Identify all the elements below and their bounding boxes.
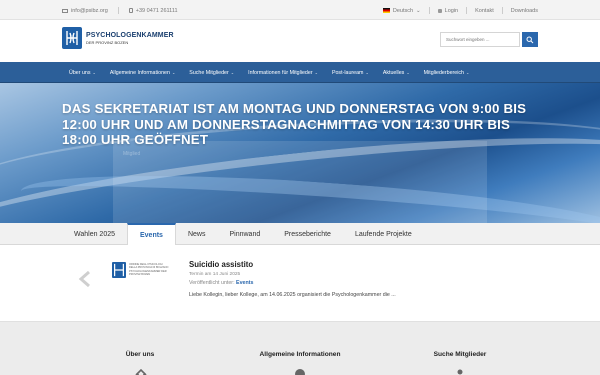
chevron-down-icon: ⌄ (230, 70, 235, 75)
footer-heading-ueber-uns[interactable]: Über uns (80, 351, 200, 358)
footer-heading-suche-mitglieder[interactable]: Suche Mitglieder (400, 351, 520, 358)
search-input[interactable] (440, 32, 520, 47)
site-header: PSYCHOLOGENKAMMER DER PROVINZ BOZEN (0, 20, 600, 62)
german-flag-icon (382, 8, 390, 13)
logo-subtitle: DER PROVINZ BOZEN (86, 39, 129, 45)
nav-label: Allgemeine Informationen (109, 69, 170, 76)
language-selector[interactable]: Deutsch ⌄ (382, 7, 421, 14)
home-icon (135, 366, 147, 375)
language-label: Deutsch (392, 7, 414, 14)
nav-item-ueber-uns[interactable]: Über uns ⌄ (62, 62, 103, 83)
tab-events[interactable]: Events (127, 223, 176, 246)
tab-presseberichte[interactable]: Presseberichte (272, 223, 343, 245)
divider (117, 7, 119, 14)
tab-news[interactable]: News (176, 223, 218, 245)
login-label: Login (444, 7, 459, 14)
news-tabs: Wahlen 2025 Events News Pinnwand Presseb… (0, 223, 600, 246)
lock-icon (437, 8, 442, 13)
hero-panel-heading: Mitglied (123, 151, 141, 157)
footer-links: Über uns Allgemeine Informationen Suche … (0, 321, 600, 375)
nav-item-mitgliederbereich[interactable]: Mitgliederbereich ⌄ (417, 62, 477, 83)
published-prefix: Veröffentlicht unter: (189, 280, 235, 286)
nav-item-informationen-fuer-mitglieder[interactable]: Informationen für Mitglieder ⌄ (241, 62, 325, 83)
site-logo[interactable]: PSYCHOLOGENKAMMER DER PROVINZ BOZEN (62, 27, 174, 49)
user-icon (455, 366, 465, 375)
tab-laufende-projekte[interactable]: Laufende Projekte (343, 223, 424, 245)
contact-link[interactable]: Kontakt (475, 8, 494, 14)
logo-title: PSYCHOLOGENKAMMER (86, 31, 174, 39)
event-published-under: Veröffentlicht unter: Events (189, 280, 253, 286)
nav-label: Post-lauream (331, 69, 364, 76)
event-title[interactable]: Suicidio assistito (189, 260, 253, 269)
chevron-down-icon: ⌄ (314, 70, 318, 75)
nav-item-post-lauream[interactable]: Post-lauream ⌄ (325, 62, 376, 83)
event-organizer-logo: ORDINE DEGLI PSICOLOGI DELLA PROVINCIA D… (112, 262, 172, 288)
divider (428, 7, 430, 14)
previous-arrow-icon[interactable] (78, 270, 94, 288)
login-link[interactable]: Login (437, 7, 459, 14)
chevron-down-icon: ⌄ (466, 70, 470, 75)
logo-mark-icon (62, 27, 82, 49)
nav-item-suche-mitglieder[interactable]: Suche Mitglieder ⌄ (182, 62, 241, 83)
footer-heading-allgemeine-informationen[interactable]: Allgemeine Informationen (240, 351, 360, 358)
nav-label: Informationen für Mitglieder (248, 69, 313, 76)
event-logo-text: ORDINE DEGLI PSICOLOGI DELLA PROVINCIA D… (129, 263, 169, 276)
nav-label: Aktuelles (382, 69, 405, 76)
main-navigation: Über uns ⌄ Allgemeine Informationen ⌄ Such… (0, 62, 600, 83)
downloads-link[interactable]: Downloads (511, 8, 538, 14)
nav-item-aktuelles[interactable]: Aktuelles ⌄ (376, 62, 417, 83)
chevron-down-icon: ⌄ (416, 7, 421, 14)
nav-label: Suche Mitglieder (189, 69, 229, 76)
category-link-events[interactable]: Events (236, 280, 253, 286)
event-excerpt: Liebe Kollegin, lieber Kollege, am 14.06… (189, 292, 396, 298)
tab-wahlen-2025[interactable]: Wahlen 2025 (62, 223, 127, 245)
info-icon (295, 366, 305, 375)
phone-link[interactable]: +39 0471 261111 (128, 7, 178, 14)
chevron-down-icon: ⌄ (365, 70, 369, 75)
hero-banner: Mitglied DAS SEKRETARIAT IST AM MONTAG U… (0, 83, 600, 223)
search-button[interactable] (522, 32, 538, 47)
phone-text: +39 0471 261111 (135, 7, 178, 14)
divider (466, 7, 468, 14)
nav-label: Über uns (69, 69, 91, 76)
nav-label: Mitgliederbereich (423, 69, 465, 76)
logo-mark-icon (112, 262, 126, 278)
event-slider: ORDINE DEGLI PSICOLOGI DELLA PROVINCIA D… (0, 245, 600, 321)
email-text: info@psibz.org (71, 7, 108, 14)
chevron-down-icon: ⌄ (406, 70, 410, 75)
mail-icon (62, 8, 68, 13)
nav-item-allgemeine-informationen[interactable]: Allgemeine Informationen ⌄ (103, 62, 182, 83)
hero-title: DAS SEKRETARIAT IST AM MONTAG UND DONNER… (62, 101, 527, 148)
email-link[interactable]: info@psibz.org (62, 8, 108, 14)
top-utility-bar: info@psibz.org +39 0471 261111 Deutsch ⌄… (0, 0, 600, 20)
phone-icon (128, 8, 133, 13)
divider (501, 7, 503, 14)
chevron-down-icon: ⌄ (92, 70, 96, 75)
chevron-down-icon: ⌄ (171, 70, 176, 75)
tab-pinnwand[interactable]: Pinnwand (217, 223, 272, 245)
hero-overlay-panel: Mitglied (113, 141, 487, 223)
search-icon (526, 36, 534, 43)
event-date: Termin am 14 Juni 2025 (189, 272, 241, 277)
